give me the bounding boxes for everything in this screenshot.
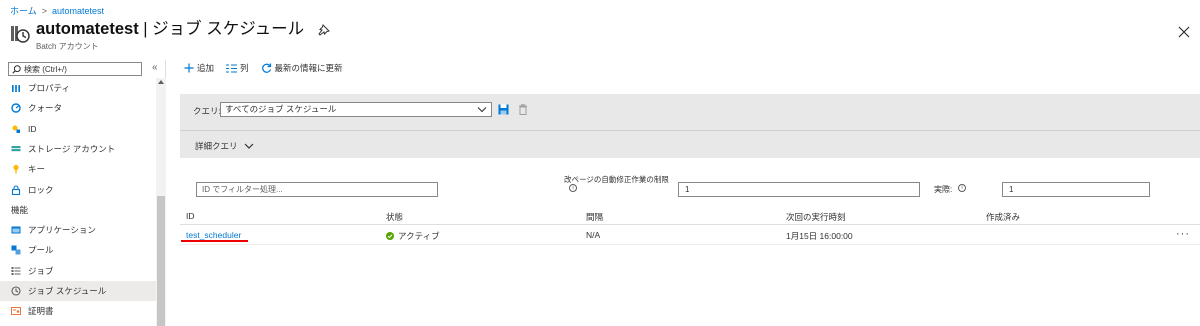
plus-icon: [184, 63, 194, 73]
sidebar-scrollbar[interactable]: [156, 78, 166, 326]
sidebar-item-label: プロパティ: [28, 83, 70, 94]
page-title-bold: automatetest: [36, 20, 139, 38]
status-cell: アクティブ: [386, 230, 440, 242]
columns-button[interactable]: 列: [226, 62, 249, 74]
limit-input[interactable]: 1: [678, 182, 920, 197]
properties-icon: [11, 83, 21, 93]
job-icon: [11, 266, 21, 276]
application-icon: [11, 225, 21, 235]
sidebar-item-locks[interactable]: ロック: [0, 179, 156, 199]
interval-cell: N/A: [586, 230, 601, 240]
save-query-icon[interactable]: [498, 104, 509, 115]
column-header-id[interactable]: ID: [186, 211, 195, 221]
sidebar-item-label: ストレージ アカウント: [28, 144, 116, 155]
sidebar-item-jobs[interactable]: ジョブ: [0, 260, 156, 280]
collapse-sidebar-button[interactable]: «: [152, 62, 158, 73]
key-icon: [11, 164, 21, 174]
query-dropdown[interactable]: すべてのジョブ スケジュール: [220, 102, 492, 117]
page-title-suffix: | ジョブ スケジュール: [138, 20, 305, 38]
sidebar: 検索 (Ctrl+/) « プロパティ クォータ ID ストレージ アカウント …: [0, 60, 166, 326]
next-run-cell: 1月15日 16:00:00: [786, 231, 853, 241]
sidebar-item-label: ジョブ: [28, 265, 54, 276]
breadcrumb-current-link[interactable]: automatetest: [52, 6, 104, 16]
column-header-created[interactable]: 作成済み: [986, 211, 1020, 223]
pin-icon[interactable]: [318, 24, 331, 36]
sidebar-item-applications[interactable]: アプリケーション: [0, 220, 156, 240]
sidebar-item-label: ID: [28, 123, 37, 134]
status-text: アクティブ: [398, 231, 440, 241]
sidebar-item-quota[interactable]: クォータ: [0, 98, 156, 118]
query-dropdown-value: すべてのジョブ スケジュール: [225, 104, 337, 114]
sidebar-item-job-schedules[interactable]: ジョブ スケジュール: [0, 280, 156, 301]
job-schedule-icon: [11, 26, 30, 43]
table-row[interactable]: test_scheduler アクティブ N/A 1月15日 16:00:00 …: [180, 225, 1200, 245]
sidebar-section-features: 機能: [11, 204, 29, 215]
query-panel: クエリ: すべてのジョブ スケジュール 詳細クエリ: [180, 94, 1200, 158]
refresh-button-label: 最新の情報に更新: [274, 63, 343, 73]
refresh-button[interactable]: 最新の情報に更新: [261, 62, 343, 74]
sidebar-item-keys[interactable]: キー: [0, 159, 156, 179]
sidebar-item-identity[interactable]: ID: [0, 119, 156, 139]
columns-button-label: 列: [240, 63, 249, 73]
sidebar-item-label: 証明書: [28, 306, 54, 317]
sidebar-item-label: アプリケーション: [28, 224, 96, 235]
quota-icon: [11, 103, 21, 114]
refresh-icon: [261, 63, 271, 73]
sidebar-item-storage[interactable]: ストレージ アカウント: [0, 139, 156, 159]
sidebar-item-properties[interactable]: プロパティ: [0, 78, 156, 98]
chevron-down-icon: [477, 107, 487, 113]
actual-input[interactable]: 1: [1002, 182, 1150, 197]
sidebar-item-label: クォータ: [28, 103, 63, 114]
check-circle-icon: [386, 232, 394, 240]
id-filter-input[interactable]: ID でフィルター処理...: [196, 182, 438, 197]
breadcrumb-separator: >: [41, 5, 47, 16]
advanced-query-label: 詳細クエリ: [195, 141, 238, 151]
scroll-up-arrow-icon[interactable]: [158, 80, 164, 84]
delete-query-icon[interactable]: [518, 104, 528, 115]
certificate-icon: [11, 306, 21, 316]
job-schedule-icon: [11, 286, 21, 296]
sidebar-item-certificates[interactable]: 証明書: [0, 301, 156, 321]
page-header: automatetest | ジョブ スケジュール Batch アカウント: [10, 18, 331, 58]
query-divider: [180, 130, 1200, 131]
sidebar-item-label: プール: [28, 245, 54, 256]
table-header: ID 状態 間隔 次回の実行時刻 作成済み: [180, 207, 1200, 225]
sidebar-item-label: キー: [28, 164, 46, 175]
sidebar-item-label: ジョブ スケジュール: [28, 285, 107, 296]
breadcrumb-home-link[interactable]: ホーム: [10, 4, 37, 17]
highlight-underline: [181, 240, 248, 242]
sidebar-item-pools[interactable]: プール: [0, 240, 156, 260]
more-options-icon[interactable]: ···: [1176, 228, 1190, 240]
breadcrumb: ホーム > automatetest: [10, 4, 104, 17]
advanced-query-toggle[interactable]: 詳細クエリ: [195, 140, 254, 152]
limit-label: 改ページの自動修正作業の制限: [564, 175, 669, 184]
sidebar-search-input[interactable]: 検索 (Ctrl+/): [8, 62, 142, 76]
search-placeholder: 検索 (Ctrl+/): [24, 64, 67, 74]
identity-icon: [11, 124, 21, 134]
job-schedule-id-link[interactable]: test_scheduler: [186, 230, 241, 240]
column-header-state[interactable]: 状態: [386, 211, 403, 223]
actual-label: 実際:: [934, 185, 953, 194]
storage-icon: [11, 144, 21, 154]
close-icon[interactable]: [1178, 26, 1190, 38]
column-header-interval[interactable]: 間隔: [586, 211, 603, 223]
add-button[interactable]: 追加: [184, 62, 214, 74]
chevron-down-icon: [244, 143, 253, 149]
info-icon[interactable]: i: [958, 184, 966, 192]
page-subtitle: Batch アカウント: [36, 42, 99, 51]
pool-icon: [11, 245, 21, 255]
search-icon: [12, 64, 21, 74]
sidebar-item-label: ロック: [28, 184, 54, 195]
info-icon[interactable]: i: [569, 184, 577, 192]
scrollbar-thumb[interactable]: [157, 196, 165, 326]
page-title: automatetest | ジョブ スケジュール: [36, 18, 304, 40]
query-label: クエリ:: [193, 106, 221, 116]
job-schedule-table: ID 状態 間隔 次回の実行時刻 作成済み test_scheduler アクテ…: [180, 207, 1200, 245]
add-button-label: 追加: [197, 63, 215, 73]
toolbar: 追加 列 最新の情報に更新: [184, 62, 343, 74]
column-header-next-run[interactable]: 次回の実行時刻: [786, 211, 846, 223]
columns-icon: [226, 63, 238, 73]
lock-icon: [11, 185, 21, 195]
